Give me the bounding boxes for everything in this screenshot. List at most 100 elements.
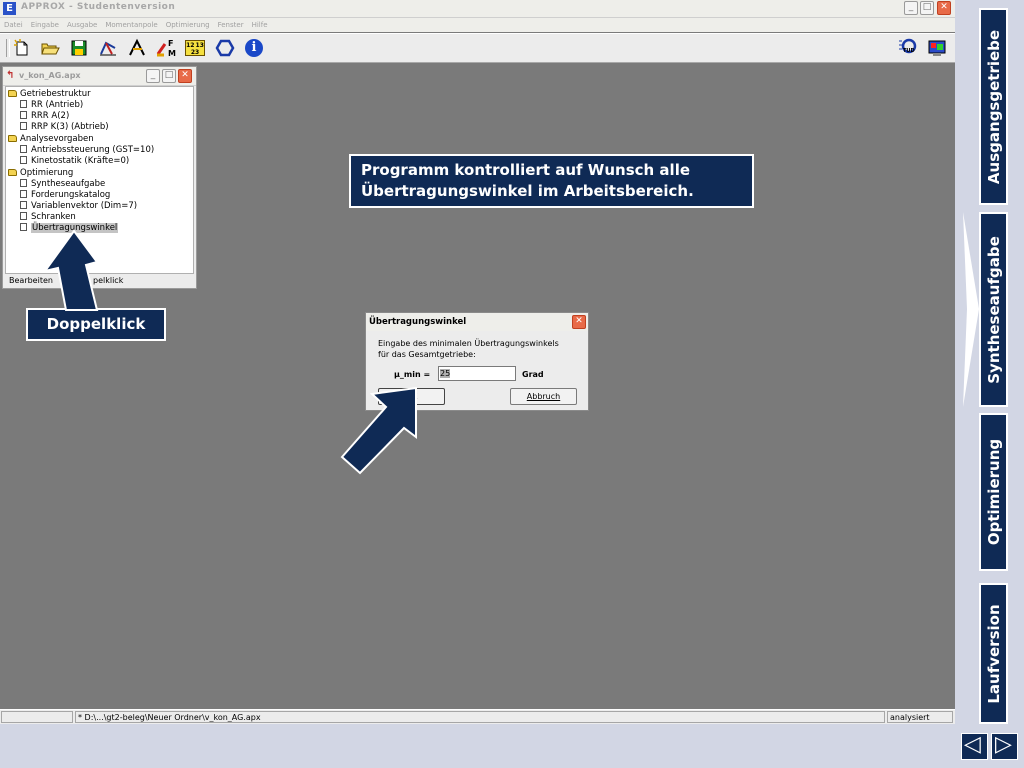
info-callout-line-1: Programm kontrolliert auf Wunsch alle [361,161,691,179]
mu-min-label: µ_min = [394,370,431,379]
document-title: v_kon_AG.apx [19,71,81,80]
mu-min-value: 25 [440,369,451,378]
status-state: analysiert [887,711,953,723]
page-icon [20,100,27,108]
new-file-icon[interactable] [11,38,33,58]
page-icon [20,201,27,209]
project-tree: Getriebestruktur RR (Antrieb) RRR A(2) R… [5,86,194,274]
document-title-bar: ↰ v_kon_AG.apx _ □ ✕ [3,67,196,86]
page-icon [20,145,27,153]
toolbar: FM 12 13 23 i TUD [0,33,955,63]
document-status-left: Bearbeiten [9,276,53,285]
dialog-close-button[interactable]: ✕ [572,315,586,329]
unit-label: Grad [522,370,544,379]
document-minimize-button[interactable]: _ [146,69,160,83]
tab-syntheseaufgabe-label: Syntheseaufgabe [984,235,1003,384]
page-icon [20,190,27,198]
tree-item[interactable]: Syntheseaufgabe [20,179,105,190]
save-icon[interactable] [68,38,90,58]
hexagon-icon[interactable] [214,38,236,58]
display-icon[interactable] [926,38,948,58]
abbruch-button[interactable]: Abbruch [510,388,577,405]
menu-ausgabe[interactable]: Ausgabe [63,18,101,32]
minimize-button[interactable]: _ [904,1,918,15]
tree-folder[interactable]: Analysevorgaben [8,134,94,145]
next-slide-button[interactable]: ▷ [991,732,1018,760]
tab-laufversion-label: Laufversion [984,603,1003,704]
document-close-button[interactable]: ✕ [178,69,192,83]
tud-logo-icon[interactable]: TUD [897,38,919,58]
document-window: ↰ v_kon_AG.apx _ □ ✕ Getriebestruktur RR… [2,66,197,289]
linkage-icon[interactable] [126,38,148,58]
status-file-path: * D:\...\gt2-beleg\Neuer Ordner\v_kon_AG… [75,711,885,723]
info-callout: Programm kontrolliert auf Wunsch alle Üb… [349,154,754,208]
tab-ausgangsgetriebe[interactable]: Ausgangsgetriebe [979,8,1008,205]
info-callout-line-2: Übertragungswinkel im Arbeitsbereich. [361,182,694,200]
menu-momentanpole[interactable]: Momentanpole [101,18,161,32]
tree-folder[interactable]: Optimierung [8,168,73,179]
window-title: APPROX - Studentenversion [21,2,176,12]
dialog-title: Übertragungswinkel [369,317,467,327]
tree-item[interactable]: RR (Antrieb) [20,100,83,111]
page-icon [20,122,27,130]
ok-button[interactable]: OK [378,388,445,405]
folder-icon [8,90,17,97]
prev-slide-button[interactable]: ◁ [961,732,988,760]
mechanism-icon[interactable] [97,38,119,58]
tab-ausgangsgetriebe-label: Ausgangsgetriebe [984,29,1003,184]
menu-optimierung[interactable]: Optimierung [162,18,214,32]
document-status-right: pelklick [93,276,124,285]
force-icon[interactable]: FM [155,38,177,58]
info-icon[interactable]: i [243,38,265,58]
tud-logo-text: TUD [903,48,915,54]
status-cell-empty [1,711,73,723]
tree-item[interactable]: Forderungskatalog [20,190,110,201]
document-status: Bearbeiten pelklick [5,275,194,287]
table-icon-text: 12 13 23 [185,40,205,56]
tree-item[interactable]: RRR A(2) [20,111,69,122]
mu-min-input[interactable]: 25 [438,366,516,381]
uebertragungswinkel-dialog: Übertragungswinkel ✕ Eingabe des minimal… [365,312,589,411]
page-icon [20,179,27,187]
tree-item[interactable]: Kinetostatik (Kräfte=0) [20,156,129,167]
active-tab-indicator [963,212,979,407]
page-icon [20,156,27,164]
page-icon [20,223,27,231]
title-bar: E APPROX - Studentenversion _ □ ✕ [0,0,955,18]
approx-app-window: E APPROX - Studentenversion _ □ ✕ Datei … [0,0,955,724]
tab-syntheseaufgabe[interactable]: Syntheseaufgabe [979,212,1008,407]
menu-fenster[interactable]: Fenster [214,18,248,32]
tree-item-selected[interactable]: Übertragungswinkel [20,223,119,234]
tree-item[interactable]: RRP K(3) (Abtrieb) [20,122,109,133]
force-label-f: F [168,39,173,48]
toolbar-grip [6,39,10,57]
close-button[interactable]: ✕ [937,1,951,15]
page-icon [20,111,27,119]
dialog-description-line-2: für das Gesamtgetriebe: [378,350,476,359]
menu-bar: Datei Eingabe Ausgabe Momentanpole Optim… [0,18,955,32]
tab-laufversion[interactable]: Laufversion [979,583,1008,724]
info-glyph: i [245,39,263,57]
tree-item[interactable]: Antriebssteuerung (GST=10) [20,145,154,156]
menu-datei[interactable]: Datei [0,18,27,32]
dialog-description-line-1: Eingabe des minimalen Übertragungswinkel… [378,339,559,348]
open-folder-icon[interactable] [39,38,61,58]
page-icon [20,212,27,220]
doppelklick-callout: Doppelklick [26,308,166,341]
app-icon: E [3,2,16,15]
tree-item[interactable]: Schranken [20,212,76,223]
next-arrow-icon: ▷ [995,732,1012,757]
menu-hilfe[interactable]: Hilfe [248,18,272,32]
maximize-button[interactable]: □ [920,1,934,15]
folder-icon [8,169,17,176]
menu-eingabe[interactable]: Eingabe [27,18,63,32]
tab-optimierung-label: Optimierung [984,438,1003,546]
prev-arrow-icon: ◁ [964,732,981,757]
tree-folder[interactable]: Getriebestruktur [8,89,91,100]
status-bar: * D:\...\gt2-beleg\Neuer Ordner\v_kon_AG… [0,709,955,724]
table-icon[interactable]: 12 13 23 [184,38,206,58]
tree-item[interactable]: Variablenvektor (Dim=7) [20,201,137,212]
tab-optimierung[interactable]: Optimierung [979,413,1008,571]
document-maximize-button[interactable]: □ [162,69,176,83]
dialog-title-bar: Übertragungswinkel ✕ [366,313,588,331]
